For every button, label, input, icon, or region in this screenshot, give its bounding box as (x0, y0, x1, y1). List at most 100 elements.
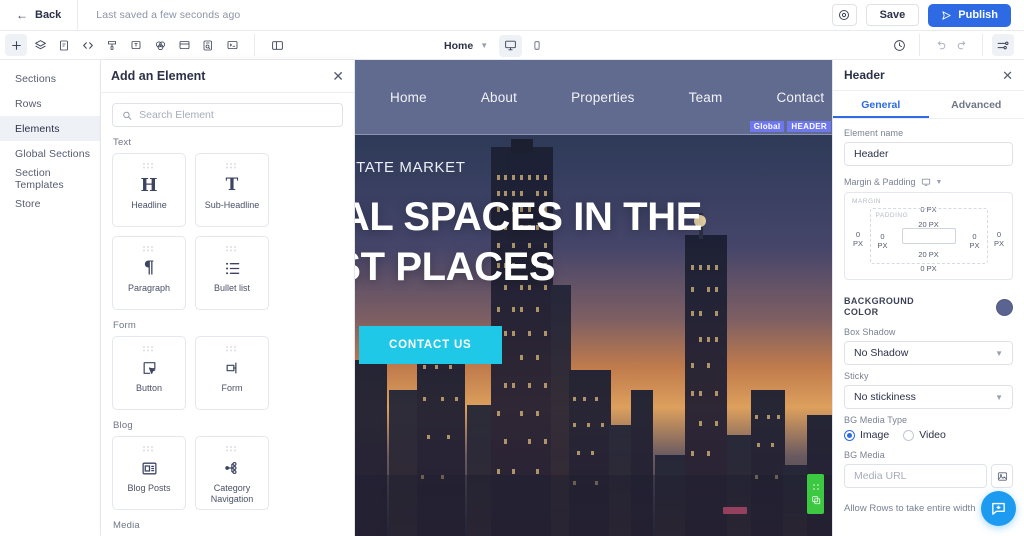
element-card-label: Button (135, 383, 163, 393)
badge-header: HEADER (787, 121, 831, 132)
padding-bottom-value[interactable]: 20 PX (871, 250, 987, 259)
site-nav-item-contact[interactable]: Contact (749, 90, 832, 105)
tab-general[interactable]: General (833, 91, 929, 118)
viewport-mobile-button[interactable] (525, 35, 548, 57)
site-nav-item-properties[interactable]: Properties (544, 90, 662, 105)
top-bar: ← Back Last saved a few seconds ago Save… (0, 0, 1024, 31)
chevron-down-icon: ▼ (480, 41, 489, 50)
element-card-paragraph[interactable]: ¶ Paragraph (112, 236, 186, 310)
category-label-form: Form (113, 320, 136, 331)
site-nav-item-team[interactable]: Team (662, 90, 750, 105)
desktop-icon[interactable] (921, 177, 931, 187)
hero-cta-button[interactable]: CONTACT US (359, 326, 502, 364)
bg-media-type-video-radio[interactable]: Video (903, 429, 946, 441)
bg-media-url-field[interactable]: Media URL (844, 464, 987, 488)
bg-media-type-image-radio[interactable]: Image (844, 429, 889, 441)
theme-button[interactable] (101, 34, 123, 56)
background-color-swatch[interactable] (996, 298, 1013, 316)
back-button[interactable]: ← Back (0, 0, 79, 31)
tab-advanced[interactable]: Advanced (929, 91, 1024, 118)
sidebar-item-rows[interactable]: Rows (0, 91, 100, 116)
duplicate-section-widget[interactable] (807, 474, 824, 514)
sidebar-item-sections[interactable]: Sections (0, 66, 100, 91)
element-card-form[interactable]: Form (195, 336, 269, 410)
padding-top-value[interactable]: 20 PX (871, 220, 987, 229)
element-card-blog-posts[interactable]: Blog Posts (112, 436, 186, 510)
hero-kicker: EXPLORE THE REAL ESTATE MARKET (355, 159, 466, 176)
search-element-field[interactable] (112, 103, 343, 127)
toolbar-divider-3 (982, 34, 983, 56)
settings-tabs: General Advanced (833, 91, 1024, 119)
split-view-button[interactable] (266, 34, 288, 56)
site-nav-item-about[interactable]: About (454, 90, 544, 105)
color-palette-button[interactable] (149, 34, 171, 56)
custom-code-button[interactable] (77, 34, 99, 56)
padding-left-value[interactable]: 0 PX (876, 232, 890, 250)
category-navigation-icon (224, 461, 237, 475)
box-shadow-select[interactable]: No Shadow ▼ (844, 341, 1013, 365)
element-card-label: Bullet list (213, 283, 250, 293)
console-icon (227, 41, 237, 49)
close-icon[interactable]: ✕ (332, 69, 344, 83)
element-card-button[interactable]: Button (112, 336, 186, 410)
bg-media-browse-button[interactable] (991, 464, 1013, 488)
chevron-down-icon[interactable]: ▼ (936, 179, 943, 186)
add-element-button[interactable] (5, 34, 27, 56)
element-card-category-navigation[interactable]: Category Navigation (195, 436, 269, 510)
element-name-label: Element name (844, 128, 904, 138)
sidebar-item-section-templates[interactable]: Section Templates (0, 166, 100, 191)
settings-sliders-icon (997, 41, 1009, 49)
element-card-bullet-list[interactable]: Bullet list (195, 236, 269, 310)
button-icon (143, 362, 155, 374)
sidebar-item-global-sections[interactable]: Global Sections (0, 141, 100, 166)
chat-support-button[interactable] (981, 491, 1016, 526)
hero-section[interactable]: EXPLORE THE REAL ESTATE MARKET FIND IDEA… (355, 135, 832, 536)
publish-button[interactable]: Publish (928, 3, 1011, 27)
sidebar-item-store[interactable]: Store (0, 191, 100, 216)
site-preview: Home About Properties Team Contact Globa… (355, 60, 832, 536)
padding-region: PADDING 20 PX 0 PX 0 PX 20 PX (850, 198, 1007, 274)
margin-padding-control[interactable]: MARGIN 0 PX 0 PX 0 PX 0 PX PADDING 20 PX… (844, 192, 1013, 280)
chevron-down-icon: ▼ (995, 392, 1003, 402)
sticky-select[interactable]: No stickiness ▼ (844, 385, 1013, 409)
send-icon (942, 10, 951, 20)
text-box-button[interactable] (125, 34, 147, 56)
theme-icon (108, 40, 116, 50)
element-name-field[interactable]: Header (844, 142, 1013, 166)
page-settings-button[interactable] (53, 34, 75, 56)
text-element-grid: H Headline T Sub-Headline ¶ Paragraph Bu… (112, 153, 343, 310)
editor-settings-button[interactable] (992, 34, 1014, 56)
padding-box: PADDING 20 PX 0 PX 0 PX 20 PX (869, 208, 988, 264)
sidebar-item-label: Elements (15, 122, 60, 135)
search-input[interactable] (139, 109, 333, 121)
content-box (901, 228, 956, 244)
viewport-desktop-button[interactable] (499, 34, 523, 57)
mobile-icon (534, 41, 540, 50)
site-nav-item-home[interactable]: Home (363, 90, 454, 105)
redo-button[interactable] (951, 34, 973, 56)
history-button[interactable] (888, 34, 910, 56)
drag-handle-icon (812, 484, 819, 490)
layers-button[interactable] (29, 34, 51, 56)
editor-toolbar: Home ▼ (0, 31, 1024, 60)
image-picker-icon (997, 471, 1007, 481)
toolbar-divider-2 (919, 34, 920, 56)
card-button[interactable] (173, 34, 195, 56)
element-card-sub-headline[interactable]: T Sub-Headline (195, 153, 269, 227)
sidebar-item-elements[interactable]: Elements (0, 116, 100, 141)
seo-button[interactable] (197, 34, 219, 56)
save-button[interactable]: Save (865, 4, 920, 26)
close-icon[interactable]: ✕ (1002, 69, 1013, 82)
page-selector[interactable]: Home ▼ (436, 35, 496, 56)
console-button[interactable] (221, 34, 243, 56)
history-icon (893, 39, 905, 51)
preview-button[interactable] (831, 4, 857, 26)
undo-button[interactable] (929, 34, 951, 56)
toolbar-right-actions (888, 34, 1024, 56)
site-header-section[interactable]: Home About Properties Team Contact Globa… (355, 60, 832, 135)
element-card-headline[interactable]: H Headline (112, 153, 186, 227)
bg-media-url-placeholder: Media URL (854, 470, 907, 482)
bg-media-label: BG Media (844, 450, 885, 460)
sub-headline-icon: T (226, 174, 239, 196)
padding-right-value[interactable]: 0 PX (968, 232, 982, 250)
